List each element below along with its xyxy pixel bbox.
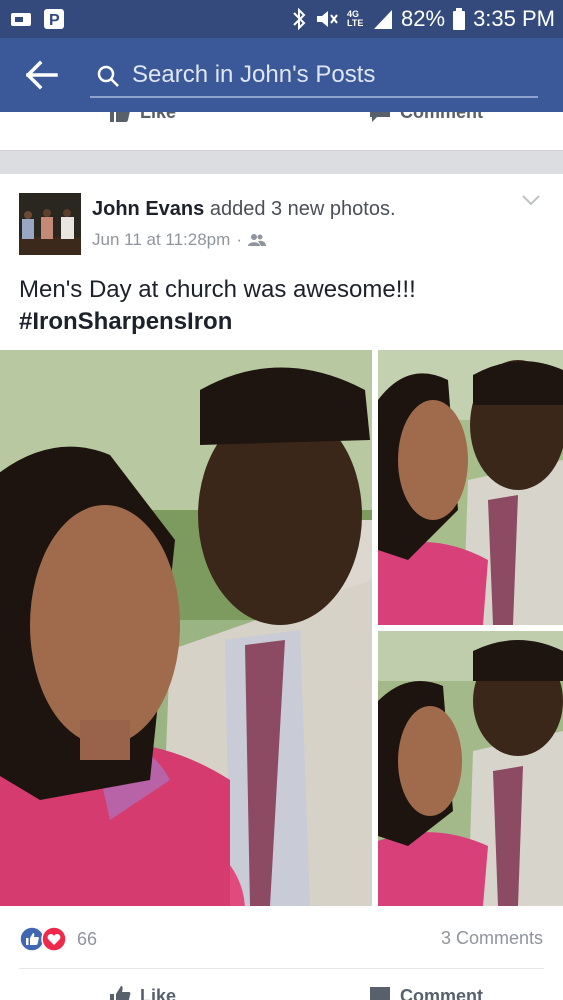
previous-like-label: Like <box>140 112 176 123</box>
reaction-summary[interactable]: 66 <box>19 926 97 952</box>
battery-percent: 82% <box>401 6 446 31</box>
back-arrow-icon <box>25 60 58 90</box>
feed-separator <box>0 150 563 174</box>
bluetooth-icon <box>293 7 306 31</box>
thumbs-up-icon <box>110 986 131 1000</box>
previous-like-button[interactable]: Like <box>108 112 176 124</box>
previous-comment-button[interactable]: Comment <box>368 112 483 124</box>
post-options-chevron-icon[interactable] <box>520 192 542 208</box>
comment-label: Comment <box>400 985 484 1000</box>
battery-icon <box>453 8 466 30</box>
back-button[interactable] <box>25 60 58 90</box>
photo-bottom-right-image <box>378 631 563 906</box>
post-action-text: added 3 new photos. <box>209 198 396 220</box>
reaction-count: 66 <box>77 928 98 949</box>
avatar[interactable] <box>19 193 81 255</box>
hashtag-link[interactable]: #IronSharpensIron <box>19 306 416 338</box>
search-placeholder: Search in John's Posts <box>132 61 376 88</box>
photo-top-right[interactable] <box>378 350 563 625</box>
photo-bottom-right[interactable] <box>378 631 563 906</box>
photo-top-right-image <box>378 350 563 625</box>
comment-icon <box>370 112 390 122</box>
friends-icon <box>247 234 266 246</box>
previous-comment-label: Comment <box>400 112 483 123</box>
post-card: John Evans added 3 new photos. Jun 11 at… <box>0 174 563 1000</box>
comment-icon <box>370 987 390 1000</box>
photo-main-image <box>0 350 372 906</box>
network-type: 4G LTE <box>347 9 364 28</box>
svg-text:P: P <box>49 12 60 29</box>
comment-button[interactable]: Comment <box>368 984 483 1000</box>
status-bar: P 4G LTE 82% 3:35 PM <box>0 0 563 38</box>
video-icon <box>11 13 31 26</box>
parking-icon: P <box>44 9 64 29</box>
thumbs-up-icon <box>110 112 130 122</box>
search-input[interactable]: Search in John's Posts <box>90 56 538 98</box>
signal-icon <box>374 10 393 29</box>
clock: 3:35 PM <box>473 6 555 31</box>
post-body: Men's Day at church was awesome!!! #Iron… <box>19 274 416 338</box>
post-header: John Evans added 3 new photos. <box>92 198 396 221</box>
avatar-image <box>19 193 81 255</box>
mute-icon <box>317 11 338 27</box>
love-reaction-icon <box>41 926 67 952</box>
search-header: Search in John's Posts <box>0 38 563 112</box>
meta-separator: · <box>236 230 242 249</box>
search-icon <box>97 65 119 87</box>
like-label: Like <box>140 985 177 1000</box>
photo-main[interactable] <box>0 350 372 906</box>
like-button[interactable]: Like <box>108 984 176 1000</box>
previous-post-actions: Like Comment <box>0 112 563 152</box>
photo-grid <box>0 350 563 906</box>
post-timestamp[interactable]: Jun 11 at 11:28pm <box>92 230 230 250</box>
post-meta: Jun 11 at 11:28pm · <box>92 230 266 250</box>
post-text-line: Men's Day at church was awesome!!! <box>19 276 416 303</box>
actions-divider <box>19 968 544 969</box>
author-name[interactable]: John Evans <box>92 198 204 220</box>
comments-count-link[interactable]: 3 Comments <box>441 928 543 949</box>
